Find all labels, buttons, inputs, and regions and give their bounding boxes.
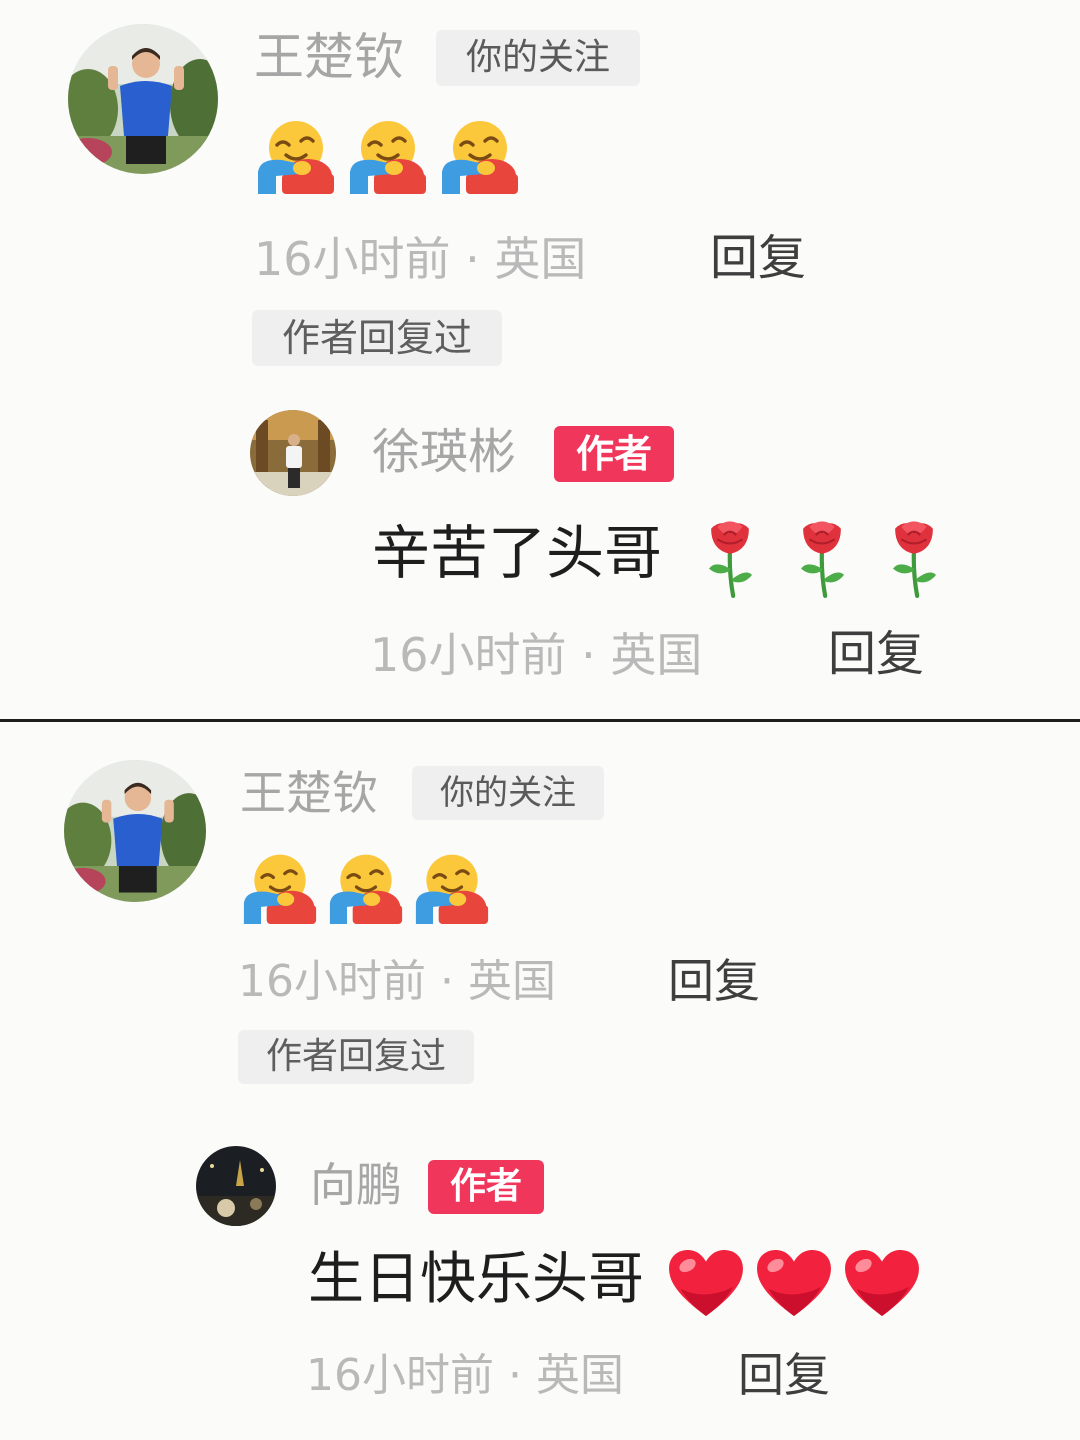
- comment-screenshot-1: 王楚钦 你的关注 16小时前 · 英国 回复 作者回复过 徐瑛彬 作者 辛苦了头…: [0, 0, 1080, 720]
- avatar[interactable]: [64, 760, 206, 902]
- reply-text: 辛苦了头哥: [372, 519, 663, 587]
- reply-button[interactable]: 回复: [668, 958, 760, 1004]
- author-replied-tag[interactable]: 作者回复过: [252, 310, 502, 366]
- reply-emojis: [666, 1248, 922, 1318]
- reply-avatar[interactable]: [196, 1146, 276, 1226]
- user-photo-icon: [196, 1146, 276, 1226]
- author-badge: 作者: [428, 1160, 544, 1214]
- rose-emoji-icon: [702, 514, 758, 598]
- reply-emojis: [702, 514, 942, 598]
- reply-button[interactable]: 回复: [828, 630, 924, 678]
- hugging-face-emoji-icon: [242, 848, 318, 924]
- red-heart-emoji-icon: [842, 1248, 922, 1318]
- user-photo-icon: [250, 410, 336, 496]
- rose-emoji-icon: [794, 514, 850, 598]
- reply-meta: 16小时前 · 英国: [370, 628, 703, 682]
- hugging-face-emoji-icon: [348, 114, 428, 194]
- comment-emojis: [256, 114, 520, 194]
- comment-emojis: [242, 848, 490, 924]
- collage: 王楚钦 你的关注 16小时前 · 英国 回复 作者回复过 徐瑛彬 作者 辛苦了头…: [0, 0, 1080, 1440]
- user-photo-icon: [64, 760, 206, 902]
- comment-username[interactable]: 王楚钦: [254, 32, 404, 82]
- hugging-face-emoji-icon: [256, 114, 336, 194]
- red-heart-emoji-icon: [754, 1248, 834, 1318]
- author-badge: 作者: [554, 426, 674, 482]
- reply-meta: 16小时前 · 英国: [306, 1350, 624, 1401]
- hugging-face-emoji-icon: [328, 848, 404, 924]
- comment-meta: 16小时前 · 英国: [254, 232, 587, 286]
- reply-button[interactable]: 回复: [710, 234, 806, 282]
- hugging-face-emoji-icon: [414, 848, 490, 924]
- comment-screenshot-2: 王楚钦 你的关注 16小时前 · 英国 回复 作者回复过 向鹏 作者 生日快乐头…: [0, 722, 1080, 1440]
- follow-tag: 你的关注: [436, 30, 640, 86]
- reply-username[interactable]: 向鹏: [310, 1162, 402, 1208]
- hugging-face-emoji-icon: [440, 114, 520, 194]
- author-replied-tag[interactable]: 作者回复过: [238, 1030, 474, 1084]
- comment-meta: 16小时前 · 英国: [238, 956, 556, 1007]
- rose-emoji-icon: [886, 514, 942, 598]
- reply-avatar[interactable]: [250, 410, 336, 496]
- reply-text: 生日快乐头哥: [308, 1247, 644, 1312]
- red-heart-emoji-icon: [666, 1248, 746, 1318]
- comment-username[interactable]: 王楚钦: [240, 770, 378, 816]
- reply-button[interactable]: 回复: [738, 1352, 830, 1398]
- avatar[interactable]: [68, 24, 218, 174]
- reply-username[interactable]: 徐瑛彬: [372, 428, 516, 476]
- follow-tag: 你的关注: [412, 766, 604, 820]
- user-photo-icon: [68, 24, 218, 174]
